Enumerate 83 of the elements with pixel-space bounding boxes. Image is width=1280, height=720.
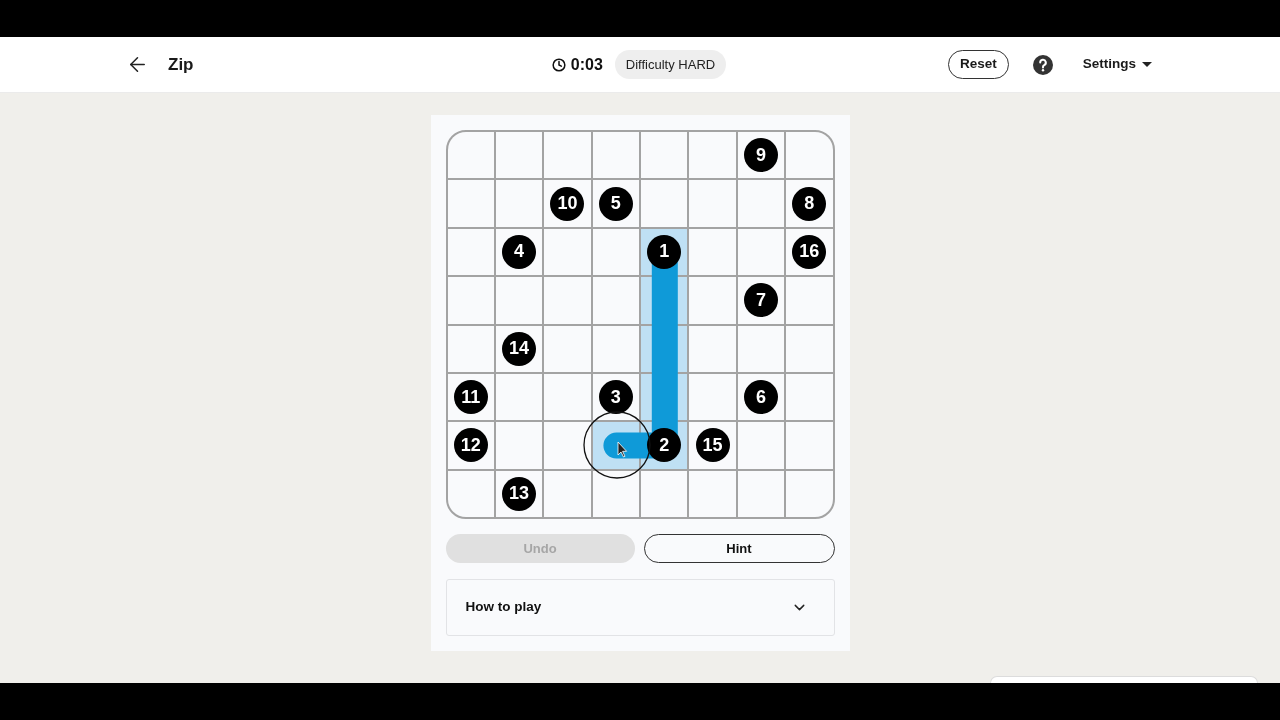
- grid-cell[interactable]: [786, 325, 833, 372]
- grid-cell[interactable]: [786, 373, 833, 421]
- grid-cell[interactable]: [737, 325, 785, 372]
- waypoint-number: 9: [743, 138, 778, 173]
- grid-cell[interactable]: [544, 373, 591, 421]
- waypoint-number: 5: [598, 186, 633, 221]
- grid-cell[interactable]: [447, 180, 494, 227]
- waypoint-number: 11: [453, 380, 488, 415]
- grid-cell[interactable]: [495, 422, 543, 469]
- grid-cell[interactable]: [786, 277, 833, 324]
- grid-cell[interactable]: [592, 470, 639, 517]
- help-icon[interactable]: [1032, 54, 1053, 75]
- grid-cell[interactable]: [641, 470, 688, 517]
- grid-cell[interactable]: [592, 277, 639, 324]
- grid-cell[interactable]: 15: [689, 422, 736, 469]
- grid-cell[interactable]: [689, 470, 736, 517]
- grid-cell[interactable]: 1: [641, 228, 688, 276]
- grid-cell[interactable]: [592, 228, 639, 276]
- grid-cell[interactable]: [447, 325, 494, 372]
- waypoint-number: 8: [792, 186, 827, 221]
- grid-cell[interactable]: [737, 180, 785, 227]
- grid-cell[interactable]: [689, 180, 736, 227]
- waypoint-number: 14: [502, 331, 537, 366]
- caret-icon: [1142, 62, 1152, 67]
- grid-cell[interactable]: 5: [592, 180, 639, 227]
- grid-cell[interactable]: [544, 228, 591, 276]
- grid-cell[interactable]: 12: [447, 422, 494, 469]
- grid-cell[interactable]: [592, 325, 639, 372]
- grid-cell[interactable]: 9: [737, 132, 785, 179]
- grid-cell[interactable]: [447, 277, 494, 324]
- waypoint-number: 4: [502, 234, 537, 269]
- grid-cell[interactable]: [689, 277, 736, 324]
- waypoint-number: 6: [743, 380, 778, 415]
- waypoint-number: 7: [743, 283, 778, 318]
- grid-cell[interactable]: [786, 422, 833, 469]
- grid-cell[interactable]: [544, 277, 591, 324]
- grid-cell[interactable]: [592, 132, 639, 179]
- grid-cell[interactable]: [495, 132, 543, 179]
- grid-cell[interactable]: 11: [447, 373, 494, 421]
- grid-cell[interactable]: 13: [495, 470, 543, 517]
- grid-cell[interactable]: [737, 470, 785, 517]
- grid-cell[interactable]: [544, 422, 591, 469]
- grid-cell[interactable]: 3: [592, 373, 639, 421]
- timer: 0:03: [570, 54, 603, 75]
- waypoint-number: 13: [502, 476, 537, 511]
- hint-button[interactable]: Hint: [643, 534, 835, 563]
- waypoint-number: 3: [598, 380, 633, 415]
- waypoint-number: 15: [695, 428, 730, 463]
- waypoint-number: 16: [792, 234, 827, 269]
- grid-cell[interactable]: [641, 180, 688, 227]
- grid-cell[interactable]: [495, 373, 543, 421]
- waypoint-number: 10: [550, 186, 585, 221]
- grid-cell[interactable]: [447, 132, 494, 179]
- grid-cell[interactable]: 6: [737, 373, 785, 421]
- grid-cell[interactable]: [495, 180, 543, 227]
- grid-cell[interactable]: 4: [495, 228, 543, 276]
- grid-cell[interactable]: [689, 373, 736, 421]
- grid-cell[interactable]: [544, 325, 591, 372]
- grid-cell[interactable]: 14: [495, 325, 543, 372]
- grid-cell[interactable]: [689, 325, 736, 372]
- difficulty-pill: Difficulty HARD: [614, 50, 727, 79]
- how-to-play-accordion[interactable]: How to play: [445, 579, 835, 636]
- grid-cell[interactable]: [737, 422, 785, 469]
- grid-cell[interactable]: [447, 228, 494, 276]
- clock-icon: [551, 57, 566, 72]
- waypoint-number: 1: [647, 234, 682, 269]
- grid-cell[interactable]: 16: [786, 228, 833, 276]
- grid-cell[interactable]: [786, 132, 833, 179]
- grid-cell[interactable]: [786, 470, 833, 517]
- grid-cell[interactable]: [641, 132, 688, 179]
- grid-cell[interactable]: [689, 228, 736, 276]
- grid-cell[interactable]: [689, 132, 736, 179]
- grid-cell[interactable]: 10: [544, 180, 591, 227]
- grid-cell[interactable]: [544, 132, 591, 179]
- grid-cell[interactable]: [495, 277, 543, 324]
- grid-cell[interactable]: [447, 470, 494, 517]
- waypoint-number: 12: [453, 428, 488, 463]
- grid-cell[interactable]: [544, 470, 591, 517]
- grid-cell[interactable]: 8: [786, 180, 833, 227]
- grid-cell[interactable]: [737, 228, 785, 276]
- settings-menu[interactable]: Settings: [1082, 54, 1152, 75]
- game-title: Zip: [168, 53, 194, 76]
- grid-cell[interactable]: 7: [737, 277, 785, 324]
